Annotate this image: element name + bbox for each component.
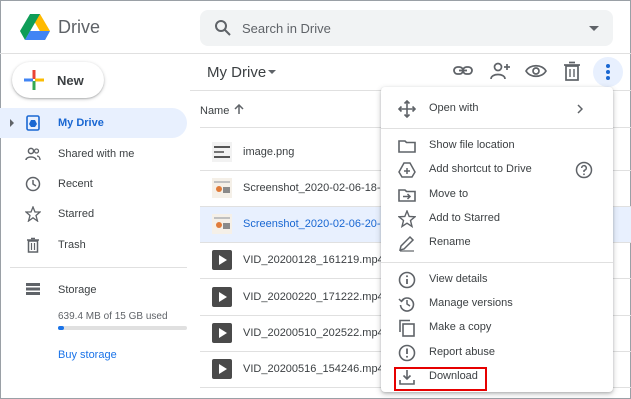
context-menu: Open with Show file location Add shortcut …: [381, 87, 613, 392]
video-thumbnail-icon: [212, 323, 232, 343]
report-icon: [398, 344, 416, 362]
sidebar-item-recent[interactable]: Recent: [0, 169, 187, 199]
drive-logo-icon: [20, 14, 50, 40]
sidebar-divider: [10, 267, 187, 268]
sidebar-item-label: My Drive: [58, 117, 104, 129]
breadcrumb[interactable]: My Drive: [207, 64, 266, 81]
search-icon[interactable]: [214, 19, 232, 37]
more-actions-button[interactable]: [593, 57, 623, 87]
sidebar-item-label: Starred: [58, 208, 95, 220]
menu-item-make-a-copy[interactable]: Make a copy: [381, 316, 613, 340]
link-icon[interactable]: [452, 60, 474, 82]
search-bar[interactable]: Search in Drive: [200, 10, 613, 46]
menu-item-label: Rename: [429, 236, 471, 248]
menu-item-label: Make a copy: [429, 321, 492, 333]
menu-item-label: Open with: [429, 102, 479, 114]
menu-item-report-abuse[interactable]: Report abuse: [381, 341, 613, 365]
copy-icon: [399, 319, 415, 337]
file-name: VID_20200516_154246.mp4: [243, 363, 384, 375]
buy-storage-link[interactable]: Buy storage: [58, 349, 117, 361]
menu-divider: [381, 262, 613, 263]
folder-icon: [398, 140, 416, 153]
menu-item-label: Add shortcut to Drive: [429, 163, 532, 175]
shared-icon: [25, 147, 41, 161]
sidebar-item-label: Recent: [58, 178, 93, 190]
star-icon: [398, 210, 416, 228]
trash-icon: [27, 237, 39, 253]
menu-item-open-with[interactable]: Open with: [381, 97, 613, 121]
menu-item-label: Show file location: [429, 139, 515, 151]
search-options-icon[interactable]: [589, 26, 599, 31]
new-button-label: New: [57, 73, 84, 88]
sidebar-item-label: Trash: [58, 239, 86, 251]
sidebar-item-label: Shared with me: [58, 148, 135, 160]
image-thumbnail-icon: [212, 214, 232, 234]
sort-arrow-up-icon[interactable]: [234, 104, 244, 115]
storage-icon: [26, 283, 40, 295]
download-highlight-box: [394, 367, 487, 391]
top-bar: Drive Search in Drive: [0, 0, 631, 54]
menu-item-label: Move to: [429, 188, 469, 200]
file-name: VID_20200220_171222.mp4: [243, 291, 384, 303]
chevron-right-icon: [577, 104, 583, 114]
search-input[interactable]: Search in Drive: [242, 21, 331, 36]
file-name: Screenshot_2020-02-06-18-01-: [243, 182, 397, 194]
add-shortcut-icon: [398, 162, 416, 178]
clock-icon: [25, 176, 41, 192]
file-name: image.png: [243, 146, 295, 158]
storage-label[interactable]: Storage: [58, 284, 97, 296]
menu-item-view-details[interactable]: View details: [381, 268, 613, 292]
file-name: Screenshot_2020-02-06-20-10-: [243, 218, 397, 230]
sidebar-item-my-drive[interactable]: My Drive: [0, 108, 187, 138]
expand-arrow-icon[interactable]: [10, 119, 14, 127]
video-thumbnail-icon: [212, 359, 232, 379]
app-title[interactable]: Drive: [58, 17, 100, 38]
plus-icon: [24, 70, 44, 90]
menu-divider: [381, 128, 613, 129]
file-name: VID_20200128_161219.mp4: [243, 254, 384, 266]
menu-item-label: Report abuse: [429, 346, 496, 358]
star-icon: [25, 206, 41, 222]
breadcrumb-dropdown-icon[interactable]: [268, 70, 276, 74]
image-thumbnail-icon: [212, 178, 232, 198]
info-icon: [398, 271, 416, 289]
sidebar-item-trash[interactable]: Trash: [0, 230, 187, 260]
storage-bar: [58, 326, 187, 330]
menu-item-add-to-starred[interactable]: Add to Starred: [381, 207, 613, 231]
menu-item-label: Manage versions: [429, 297, 513, 309]
new-button[interactable]: New: [12, 62, 104, 98]
file-name: VID_20200510_202522.mp4: [243, 327, 384, 339]
menu-item-show-file-location[interactable]: Show file location: [381, 134, 613, 158]
history-icon: [398, 297, 415, 312]
pencil-icon: [398, 235, 415, 252]
column-header-name[interactable]: Name: [200, 105, 229, 117]
sidebar-item-starred[interactable]: Starred: [0, 199, 187, 229]
help-icon[interactable]: [575, 161, 593, 179]
menu-item-label: View details: [429, 273, 488, 285]
move-to-icon: [398, 189, 416, 202]
more-vert-icon[interactable]: [597, 61, 619, 83]
storage-bar-fill: [58, 326, 64, 330]
image-thumbnail-icon: [212, 142, 232, 162]
menu-item-label: Add to Starred: [429, 212, 500, 224]
menu-item-move-to[interactable]: Move to: [381, 183, 613, 207]
add-person-icon[interactable]: [489, 60, 511, 82]
my-drive-icon: [26, 115, 40, 131]
menu-item-manage-versions[interactable]: Manage versions: [381, 292, 613, 316]
menu-item-rename[interactable]: Rename: [381, 231, 613, 255]
open-with-icon: [398, 100, 416, 118]
menu-item-add-shortcut-to-drive[interactable]: Add shortcut to Drive: [381, 158, 613, 182]
video-thumbnail-icon: [212, 287, 232, 307]
video-thumbnail-icon: [212, 250, 232, 270]
storage-used-text: 639.4 MB of 15 GB used: [58, 311, 168, 322]
trash-icon[interactable]: [561, 60, 583, 82]
preview-icon[interactable]: [525, 60, 547, 82]
sidebar-item-shared[interactable]: Shared with me: [0, 139, 187, 169]
